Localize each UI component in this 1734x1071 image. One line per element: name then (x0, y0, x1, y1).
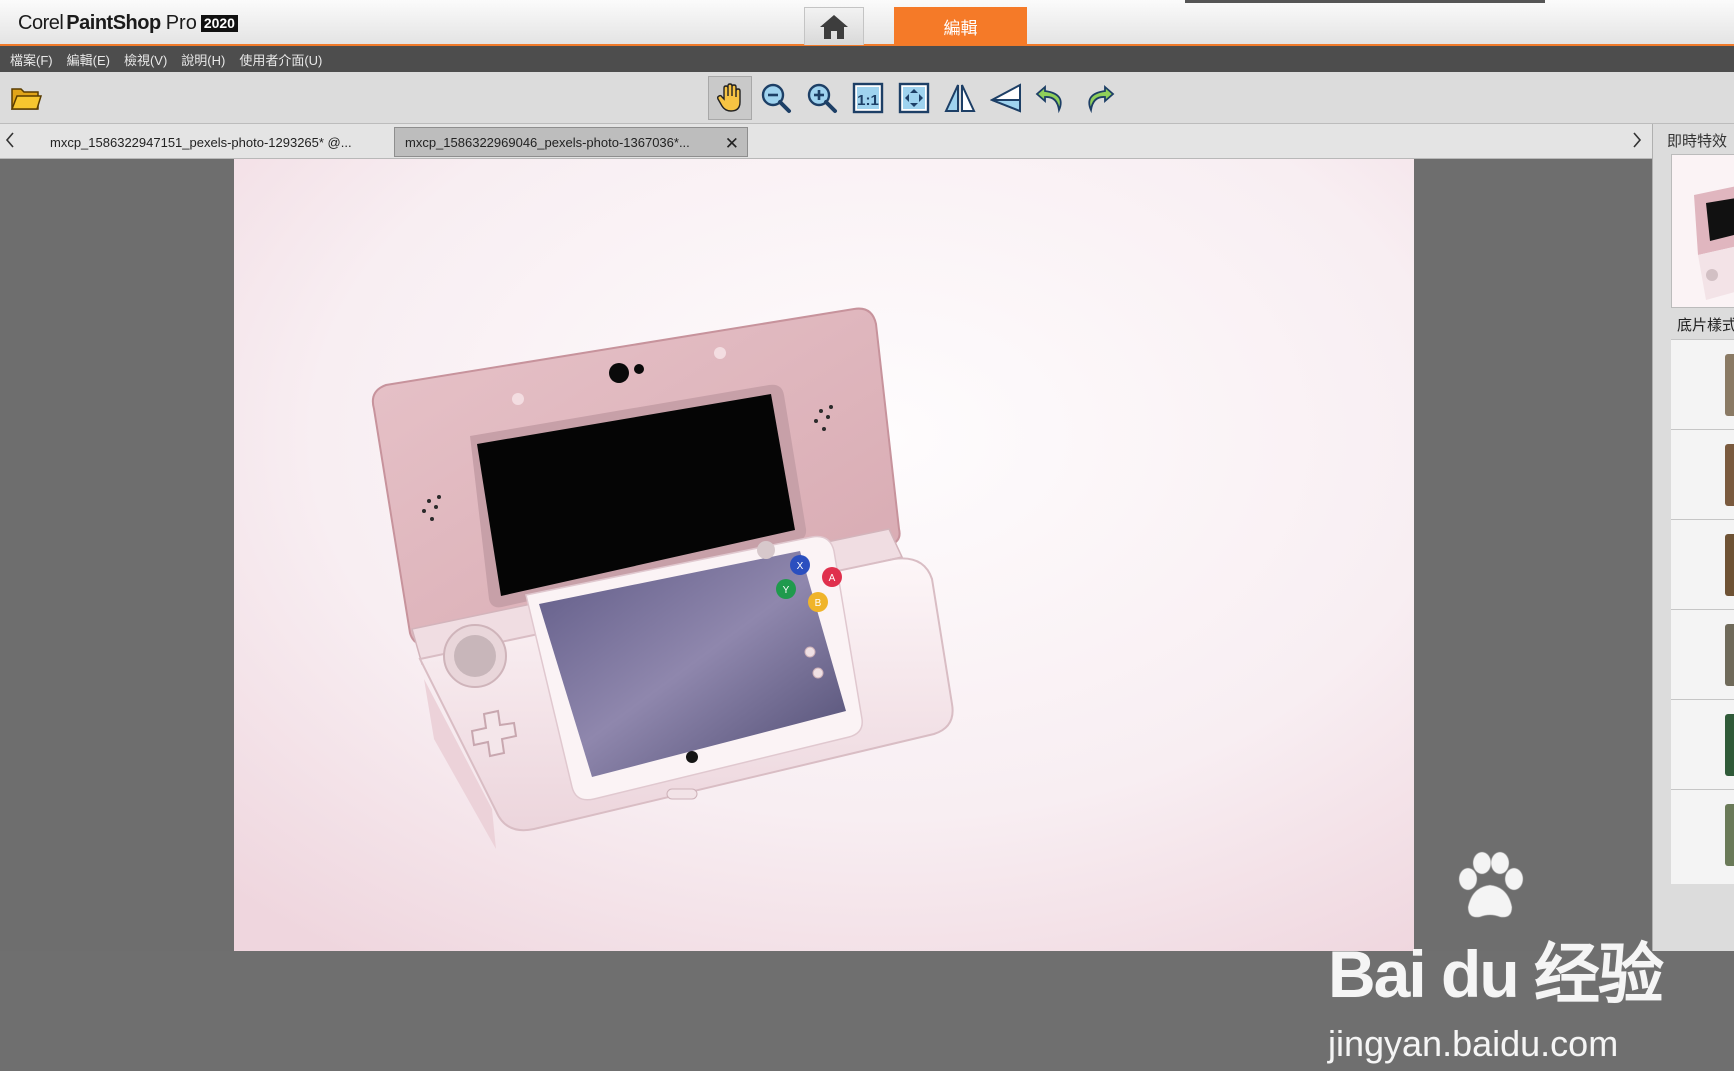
edit-tab[interactable]: 編輯 (894, 7, 1027, 45)
instant-effects-panel: 即時特效 底片樣式 (1652, 124, 1734, 951)
watermark-url: jingyan.baidu.com (1328, 1023, 1619, 1064)
zoom-out-icon (761, 83, 791, 113)
document-tab-1-label: mxcp_1586322947151_pexels-photo-1293265*… (50, 134, 352, 150)
canvas-area[interactable]: X A Y B Bai du 经验 jingyan.baidu.com (0, 159, 1664, 1064)
actual-size-icon: 1:1 (852, 82, 884, 114)
effect-preview-thumbnail[interactable] (1671, 154, 1734, 308)
effect-thumbnail-3[interactable] (1671, 519, 1734, 614)
rotate-right-icon (1088, 85, 1115, 114)
logo-paintshop: PaintShop (66, 12, 161, 34)
flip-horizontal-icon (944, 84, 976, 112)
watermark-brand: Bai du 经验 (1328, 937, 1664, 1011)
zoom-in-button[interactable] (800, 76, 844, 120)
pan-hand-icon (716, 83, 741, 112)
tabs-scroll-right-button[interactable] (1632, 131, 1642, 154)
zoom-out-button[interactable] (754, 76, 798, 120)
svg-text:Y: Y (783, 585, 790, 596)
chevron-left-icon (5, 132, 14, 148)
tabs-scroll-left-button[interactable] (5, 131, 15, 154)
rotate-right-button[interactable] (1076, 76, 1120, 120)
paw-logo-icon (1458, 851, 1524, 918)
svg-text:B: B (815, 598, 822, 609)
effect-thumbnail-1[interactable] (1671, 339, 1734, 434)
fit-window-icon (898, 82, 930, 114)
pan-tool-button[interactable] (708, 76, 752, 120)
film-style-label: 底片樣式 (1677, 317, 1734, 334)
title-strip (1185, 0, 1545, 3)
preview-image (1672, 155, 1734, 307)
rotate-left-button[interactable] (1030, 76, 1074, 120)
home-icon (820, 14, 848, 39)
document-tab-2-label: mxcp_1586322969046_pexels-photo-1367036*… (405, 134, 690, 150)
menu-user-interface[interactable]: 使用者介面(U) (239, 50, 322, 69)
app-logo: Corel PaintShop Pro 2020 (18, 12, 238, 35)
svg-text:A: A (829, 573, 836, 584)
menu-file[interactable]: 檔案(F) (10, 50, 53, 69)
close-icon[interactable]: ✕ (725, 134, 739, 154)
view-tools: 1:1 (708, 76, 1122, 120)
effect-thumbnail-5[interactable] (1671, 699, 1734, 794)
menu-bar: 檔案(F) 編輯(E) 檢視(V) 說明(H) 使用者介面(U) (0, 46, 1734, 72)
zoom-in-icon (807, 83, 837, 113)
open-folder-button[interactable] (10, 82, 43, 114)
toolbar: 1:1 (0, 72, 1734, 124)
actual-size-button[interactable]: 1:1 (846, 76, 890, 120)
menu-view[interactable]: 檢視(V) (124, 50, 167, 69)
svg-text:1:1: 1:1 (857, 92, 879, 109)
menu-edit[interactable]: 編輯(E) (67, 50, 110, 69)
menu-help[interactable]: 說明(H) (181, 50, 225, 69)
effect-thumbnail-4[interactable] (1671, 609, 1734, 704)
document-tab-1[interactable]: mxcp_1586322947151_pexels-photo-1293265*… (40, 127, 390, 157)
document-tab-2[interactable]: mxcp_1586322969046_pexels-photo-1367036*… (394, 127, 748, 157)
logo-pro: Pro (165, 12, 197, 34)
title-bar: Corel PaintShop Pro 2020 編輯 (0, 0, 1734, 46)
effect-thumbnail-6[interactable] (1671, 789, 1734, 884)
panel-title: 即時特效 (1667, 133, 1728, 150)
flip-horizontal-button[interactable] (938, 76, 982, 120)
folder-icon (10, 88, 43, 110)
effect-thumbnail-2[interactable] (1671, 429, 1734, 524)
svg-text:X: X (797, 561, 804, 572)
chevron-right-icon (1633, 132, 1642, 148)
logo-year: 2020 (200, 15, 238, 32)
rotate-left-icon (1035, 85, 1062, 114)
logo-corel: Corel (18, 12, 64, 34)
flip-vertical-button[interactable] (984, 76, 1028, 120)
flip-vertical-icon (990, 83, 1021, 113)
fit-window-button[interactable] (892, 76, 936, 120)
home-tab[interactable] (804, 7, 864, 45)
photo-canvas[interactable]: X A Y B (234, 159, 1414, 951)
baidu-watermark: Bai du 经验 jingyan.baidu.com (1328, 851, 1664, 1071)
document-tabs: mxcp_1586322947151_pexels-photo-1293265*… (0, 124, 1652, 159)
